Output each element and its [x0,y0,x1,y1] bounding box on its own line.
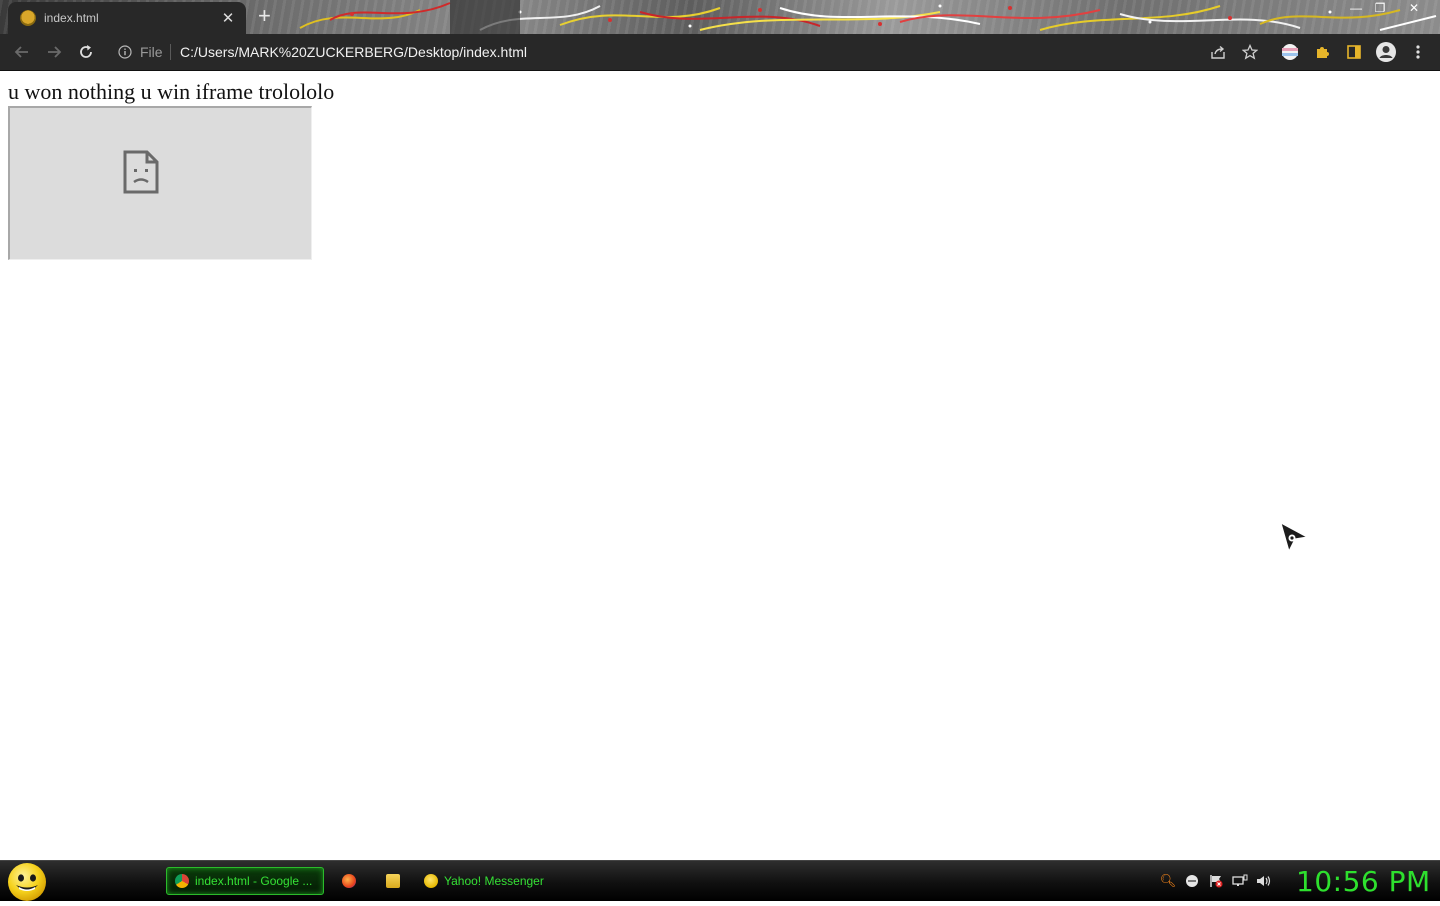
taskbar-item-label: Yahoo! Messenger [444,874,544,888]
folder-icon [386,874,400,888]
messenger-status-icon[interactable] [1184,873,1200,889]
iframe-frame[interactable] [8,106,312,260]
restore-icon[interactable]: ❐ [1368,0,1392,16]
back-arrow-icon [14,46,28,58]
browser-titlebar: index.html ✕ + — ❐ ✕ [0,0,1440,34]
action-center-flag-icon[interactable] [1208,873,1224,889]
mouse-cursor-icon [1280,522,1309,553]
taskbar-item-firefox[interactable] [334,867,364,895]
star-icon [1242,44,1258,60]
page-content: u won nothing u win iframe trololol​o [0,71,1440,860]
browser-toolbar: File C:/Users/MARK%20ZUCKERBERG/Desktop/… [0,34,1440,71]
side-panel-icon [1347,45,1361,59]
forward-arrow-icon [48,46,62,58]
reload-icon [80,45,92,58]
new-tab-icon[interactable]: + [258,4,271,28]
site-info-button[interactable]: File [118,38,163,66]
divider [170,44,171,60]
bookmark-button[interactable] [1236,34,1264,70]
volume-icon[interactable] [1256,873,1272,889]
side-panel-button[interactable] [1340,34,1368,70]
tab-title: index.html [44,11,99,25]
start-button[interactable] [8,863,46,901]
extensions-button[interactable] [1308,34,1336,70]
yahoo-smiley-icon [20,10,36,26]
taskbar-item-label: index.html - Google ... [195,874,313,888]
extension-flag-button[interactable] [1276,34,1304,70]
taskbar: index.html - Google ... Yahoo! Messenger… [0,860,1440,901]
avatar-icon [1376,42,1396,62]
tab-close-icon[interactable]: ✕ [220,9,236,27]
taskbar-item-chrome[interactable]: index.html - Google ... [166,867,324,895]
reload-button[interactable] [72,34,100,70]
info-icon [118,45,132,59]
back-button[interactable] [8,34,36,70]
network-icon[interactable] [1232,873,1248,889]
broken-document-icon [123,150,159,194]
puzzle-icon [1317,47,1329,58]
chrome-icon [175,874,189,888]
taskbar-item-yahoo-messenger[interactable]: Yahoo! Messenger [416,867,576,895]
profile-button[interactable] [1372,34,1400,70]
share-icon [1211,45,1225,59]
taskbar-item-folder[interactable] [378,867,408,895]
yahoo-messenger-icon [424,874,438,888]
forward-button[interactable] [40,34,68,70]
menu-button[interactable] [1404,34,1432,70]
browser-tab[interactable]: index.html ✕ [8,2,246,34]
flag-extension-icon [1282,44,1298,60]
minimize-icon[interactable]: — [1344,0,1368,16]
yahoo-smiley-start-icon [16,874,38,891]
url-text[interactable]: C:/Users/MARK%20ZUCKERBERG/Desktop/index… [180,38,527,66]
site-label: File [140,44,163,60]
address-bar[interactable]: File C:/Users/MARK%20ZUCKERBERG/Desktop/… [110,38,1200,66]
kebab-menu-icon [1416,45,1420,59]
share-button[interactable] [1204,34,1232,70]
close-window-icon[interactable]: ✕ [1402,0,1426,16]
firefox-icon [342,874,356,888]
search-tray-icon[interactable]: 🔍︎ [1160,873,1177,889]
page-text: u won nothing u win iframe trololol​o [8,79,335,104]
taskbar-clock[interactable]: 10:56 PM [1296,865,1431,899]
